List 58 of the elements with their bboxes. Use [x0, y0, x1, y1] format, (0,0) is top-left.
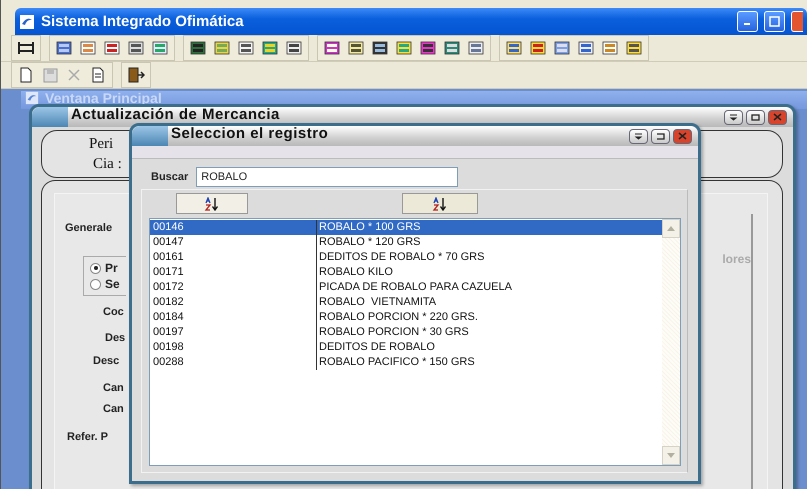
document-icon	[91, 67, 105, 83]
code-cell-text: 00288	[152, 355, 185, 370]
sort-button[interactable]	[176, 193, 248, 214]
close-button[interactable]	[768, 110, 787, 124]
scroll-up-icon	[667, 226, 675, 231]
window-title: Actualización de Mercancia	[71, 107, 281, 123]
minimize-button[interactable]	[724, 110, 743, 124]
field-label: Can	[103, 382, 124, 394]
header-label: Cia :	[93, 155, 122, 173]
app-logo-icon	[25, 91, 39, 105]
code-cell-text: 00171	[152, 265, 185, 280]
sort-ascending-icon	[432, 196, 448, 210]
search-field[interactable]: ROBALO	[196, 167, 458, 187]
restore-icon	[656, 132, 665, 140]
maximize-icon	[769, 16, 780, 27]
window-title: Ventana Principal	[45, 91, 162, 105]
app-logo-icon	[19, 14, 35, 30]
maximize-button[interactable]	[746, 110, 765, 124]
radio-button[interactable]	[90, 278, 101, 290]
code-cell-text: 00146	[152, 220, 185, 235]
close-icon	[773, 113, 782, 121]
list-row[interactable]: 00146 ROBALO * 100 GRS	[150, 220, 662, 235]
dialog-title: Seleccion el registro	[171, 126, 330, 142]
group-label: lores	[722, 252, 751, 266]
radio-label: Pr	[105, 261, 118, 275]
close-icon	[67, 68, 81, 82]
field-label: Can	[103, 403, 124, 415]
new-document-icon	[19, 67, 33, 83]
maximize-icon	[751, 114, 760, 120]
code-cell-text: 00172	[152, 280, 185, 295]
sort-button[interactable]	[402, 193, 478, 214]
code-cell-text: 00184	[152, 310, 185, 325]
minimize-button[interactable]	[629, 128, 648, 144]
close-icon	[678, 132, 687, 140]
field-label: Des	[105, 332, 126, 344]
window-frame-icon	[17, 40, 35, 56]
code-cell-text: 00161	[152, 250, 185, 265]
code-cell-text: 00197	[152, 325, 185, 340]
code-cell-text: 00198	[152, 340, 185, 355]
code-cell-text: 00147	[152, 235, 185, 250]
header-label: Peri	[89, 135, 114, 153]
radio-button[interactable]	[90, 262, 101, 274]
window-title: Sistema Integrado Ofimática	[41, 13, 245, 30]
minimize-icon	[634, 132, 643, 140]
radio-label: Se	[105, 277, 120, 291]
field-label: Desc	[93, 355, 120, 367]
minimize-icon	[729, 114, 738, 120]
field-label: Refer. P	[67, 431, 108, 443]
close-button[interactable]	[673, 128, 692, 144]
scroll-down-icon	[667, 453, 675, 458]
section-label: Generale	[65, 222, 112, 234]
door-arrow-icon	[127, 67, 145, 83]
restore-button[interactable]	[651, 128, 670, 144]
field-label: Coc	[103, 306, 124, 318]
save-icon	[42, 68, 58, 82]
code-cell-text: 00182	[152, 295, 185, 310]
search-label: Buscar	[151, 171, 188, 183]
sort-ascending-icon	[204, 196, 220, 210]
